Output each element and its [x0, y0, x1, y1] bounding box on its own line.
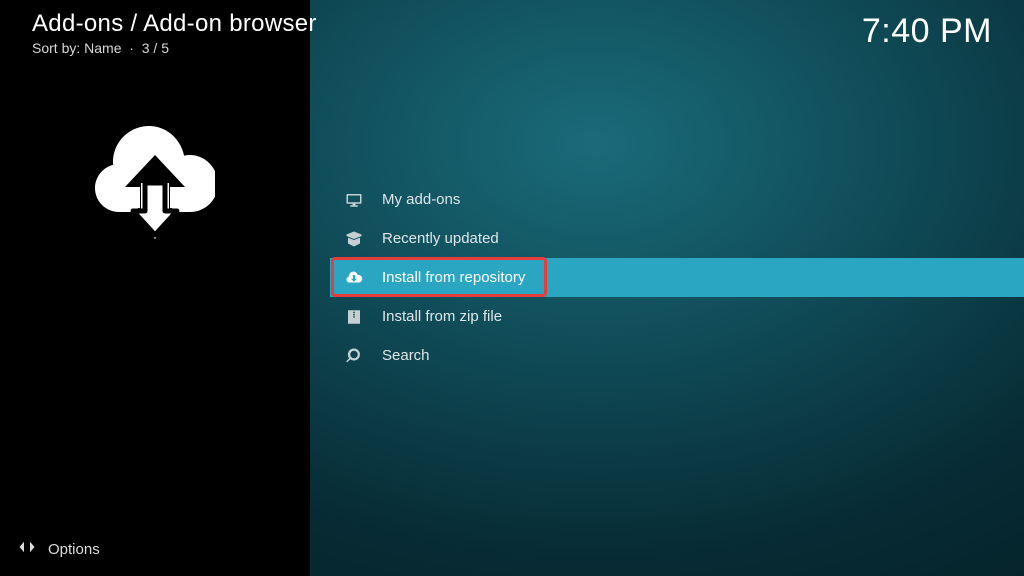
menu-item-search[interactable]: Search	[330, 336, 1024, 375]
menu-item-label: My add-ons	[382, 191, 460, 208]
menu-item-label: Install from repository	[382, 269, 525, 286]
options-label: Options	[48, 541, 100, 558]
sidebar-panel	[0, 0, 310, 576]
list-position: 3 / 5	[142, 40, 169, 56]
sort-value: Name	[84, 40, 121, 56]
menu-item-install-repository[interactable]: Install from repository	[330, 258, 1024, 297]
options-arrows-icon	[18, 538, 36, 560]
menu-item-label: Install from zip file	[382, 308, 502, 325]
box-open-icon	[344, 229, 364, 249]
menu-item-recently-updated[interactable]: Recently updated	[330, 219, 1024, 258]
menu-item-my-addons[interactable]: My add-ons	[330, 180, 1024, 219]
clock: 7:40 PM	[862, 12, 992, 51]
addon-menu-list: My add-ons Recently updated Install from…	[330, 180, 1024, 375]
menu-item-install-zip[interactable]: Install from zip file	[330, 297, 1024, 336]
search-icon	[344, 346, 364, 366]
monitor-icon	[344, 190, 364, 210]
addon-browser-hero-icon	[95, 115, 215, 245]
cloud-download-icon	[344, 268, 364, 288]
sort-prefix: Sort by:	[32, 40, 80, 56]
zip-file-icon	[344, 307, 364, 327]
header-bar: Add-ons / Add-on browser Sort by: Name ·…	[32, 10, 992, 56]
menu-item-label: Search	[382, 347, 430, 364]
sort-status: Sort by: Name · 3 / 5	[32, 40, 317, 56]
options-footer[interactable]: Options	[18, 538, 100, 560]
page-title: Add-ons / Add-on browser	[32, 10, 317, 38]
menu-item-label: Recently updated	[382, 230, 499, 247]
